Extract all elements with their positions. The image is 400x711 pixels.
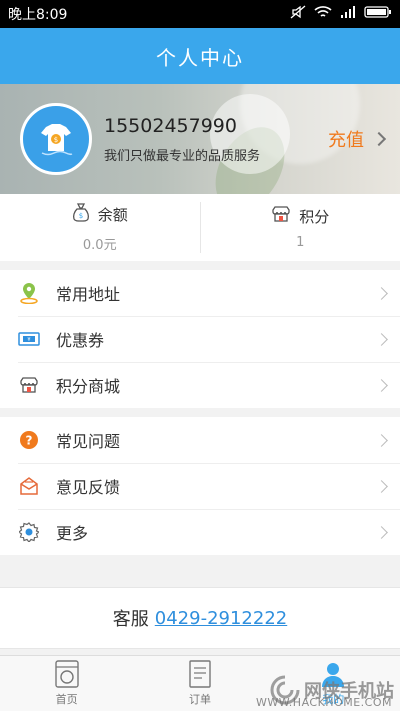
- user-slogan: 我们只做最专业的品质服务: [104, 148, 261, 164]
- status-icons: [290, 5, 392, 23]
- chevron-right-icon: [375, 332, 388, 346]
- signal-icon: [340, 5, 356, 23]
- stats-panel: $ 余额 0.0元 积分 1: [0, 194, 400, 261]
- menu-label: 常用地址: [56, 285, 121, 304]
- menu-item-faq[interactable]: ? 常见问题: [0, 417, 400, 463]
- tab-home[interactable]: 首页: [0, 656, 133, 711]
- profile-card[interactable]: $ 15502457990 我们只做最专业的品质服务 充值: [0, 84, 400, 194]
- watermark-url: WWW.HACKHOME.COM: [255, 696, 392, 709]
- page-title: 个人中心: [156, 45, 244, 70]
- svg-text:$: $: [79, 212, 83, 220]
- tshirt-logo-icon: $: [41, 124, 73, 156]
- title-bar: 个人中心: [0, 28, 400, 84]
- balance-label: 余额: [97, 205, 128, 224]
- wifi-icon: [314, 5, 332, 23]
- menu-label: 意见反馈: [56, 478, 121, 497]
- question-icon: ?: [18, 429, 40, 451]
- coupon-icon: ¥: [18, 328, 40, 350]
- menu-item-points-store[interactable]: 积分商城: [0, 362, 400, 408]
- tab-label: 首页: [55, 693, 78, 706]
- menu-item-coupon[interactable]: ¥ 优惠券: [0, 316, 400, 362]
- battery-icon: [364, 5, 392, 23]
- menu-item-feedback[interactable]: 意见反馈: [0, 463, 400, 509]
- chevron-right-icon: [371, 131, 387, 147]
- balance-value: 0.0元: [82, 238, 117, 253]
- recharge-label: 充值: [328, 130, 364, 151]
- mute-icon: [290, 5, 306, 23]
- recharge-button[interactable]: 充值: [328, 84, 387, 194]
- shop-icon: [18, 374, 40, 396]
- points-value: 1: [296, 235, 305, 250]
- service-phone-link[interactable]: 0429-2912222: [155, 608, 287, 629]
- avatar[interactable]: $: [20, 103, 92, 175]
- tab-label: 订单: [188, 693, 211, 706]
- chevron-right-icon: [375, 525, 388, 539]
- location-icon: [18, 282, 40, 304]
- svg-text:¥: ¥: [27, 337, 30, 343]
- menu-item-address[interactable]: 常用地址: [0, 270, 400, 316]
- menu-label: 积分商城: [56, 377, 121, 396]
- svg-text:$: $: [54, 136, 58, 144]
- menu-group-help: ? 常见问题 意见反馈 更多: [0, 417, 400, 555]
- feedback-icon: [18, 475, 40, 497]
- points-label: 积分: [299, 207, 330, 226]
- tab-orders[interactable]: 订单: [133, 656, 266, 711]
- chevron-right-icon: [375, 479, 388, 493]
- chevron-right-icon: [375, 286, 388, 300]
- order-icon: [189, 660, 211, 688]
- customer-service: 客服 0429-2912222: [0, 587, 400, 649]
- gear-icon: [18, 521, 40, 543]
- user-phone: 15502457990: [104, 114, 237, 137]
- balance-stat[interactable]: $ 余额 0.0元: [0, 194, 200, 261]
- status-bar: 晚上8:09: [0, 0, 400, 28]
- menu-label: 更多: [56, 524, 89, 543]
- menu-label: 优惠券: [56, 331, 105, 350]
- service-label: 客服: [112, 609, 149, 630]
- menu-group-account: 常用地址 ¥ 优惠券 积分商城: [0, 270, 400, 408]
- menu-label: 常见问题: [56, 432, 121, 451]
- menu-item-more[interactable]: 更多: [0, 509, 400, 555]
- status-time: 晚上8:09: [8, 7, 68, 23]
- money-bag-icon: $: [72, 202, 90, 226]
- washer-icon: [54, 660, 79, 688]
- chevron-right-icon: [375, 378, 388, 392]
- points-stat[interactable]: 积分 1: [199, 202, 400, 253]
- svg-text:?: ?: [26, 434, 33, 448]
- points-store-icon: [271, 205, 291, 227]
- chevron-right-icon: [375, 433, 388, 447]
